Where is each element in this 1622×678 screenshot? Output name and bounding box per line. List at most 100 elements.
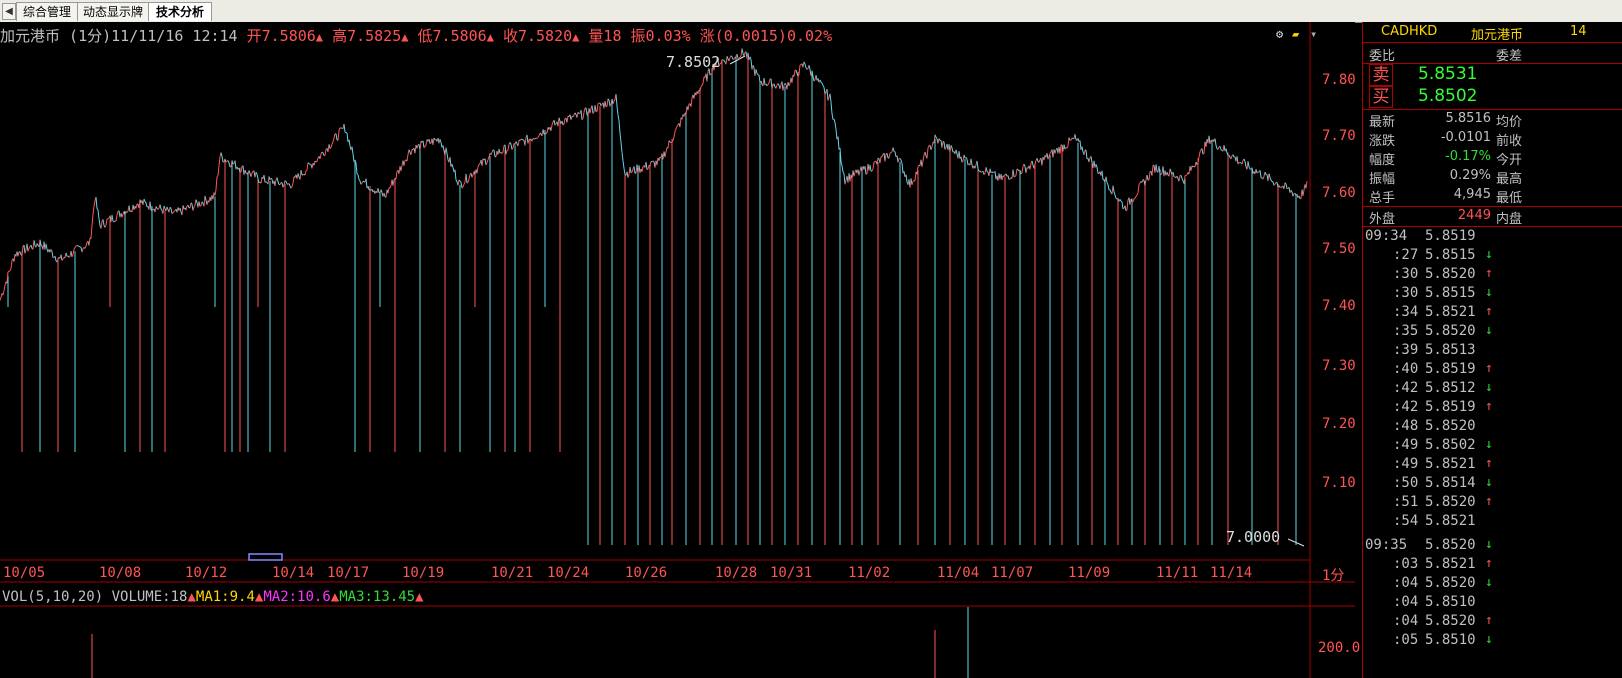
tick-row: :42 5.8519 ↑ [1363,399,1622,418]
stat-right-label: 最低 [1496,191,1523,206]
tab-technical-analysis[interactable]: 技术分析 [148,2,212,21]
close-value: 收7.5820 [502,27,573,45]
symbol-name: 加元港币 [1471,28,1524,43]
tick-row: 09:34 5.8519 [1363,228,1622,247]
outer-label: 外盘 [1369,212,1396,227]
tick-price: 5.8515 [1425,247,1476,263]
clock-icon[interactable]: ⚙ [1276,27,1283,41]
tick-price: 5.8520 [1425,418,1476,434]
min-price-label: 7.0000 [1226,528,1281,546]
volume-axis-label: 200.0 [1318,640,1361,656]
tick-time: :04 [1393,575,1419,591]
stat-label: 振幅 [1369,172,1396,187]
tick-time: :49 [1393,456,1419,472]
date-tick: 11/11 [1156,565,1199,581]
low-value: 低7.5806 [417,27,487,45]
date-tick: 10/21 [491,565,534,581]
period-tick: 1分 [1322,568,1345,584]
date-tick: 11/02 [848,565,891,581]
stat-label: 最新 [1369,115,1396,130]
tick-price: 5.8512 [1425,380,1476,396]
tick-price: 5.8521 [1425,304,1476,320]
tick-time: :04 [1393,594,1419,610]
tick-time: :48 [1393,418,1419,434]
tick-row: :49 5.8502 ↓ [1363,437,1622,456]
symbol-number: 14 [1570,24,1587,39]
price-tick: 7.60 [1322,185,1356,201]
tick-row: :42 5.8512 ↓ [1363,380,1622,399]
tick-price: 5.8521 [1425,556,1476,572]
tick-row: :50 5.8514 ↓ [1363,475,1622,494]
open-value: 开7.5806 [246,27,316,45]
price-tick: 7.50 [1322,241,1356,257]
price-tick: 7.70 [1322,128,1356,144]
panel-header: CADHKD 加元港币 14 [1363,24,1622,43]
symbol-name: 加元港币 [0,27,61,45]
arrow-down-icon: ↓ [1485,537,1493,552]
tab-scroll-left-icon[interactable]: ◀ [2,3,16,20]
vol-ma3: MA3:13.45 [339,589,416,605]
vol-title: VOL(5,10,20) [2,589,104,605]
date-tick: 11/07 [991,565,1034,581]
tick-row: :35 5.8520 ↓ [1363,323,1622,342]
arrow-down-icon: ↓ [1485,575,1493,590]
tab-dynamic-board[interactable]: 动态显示牌 [77,2,149,21]
tick-time: 09:34 [1365,228,1408,244]
tick-price: 5.8520 [1425,266,1476,282]
price-tick: 7.10 [1322,475,1356,491]
arrow-up-icon: ↑ [1485,613,1493,628]
vol-volume: VOLUME:18 [111,589,188,605]
tick-price: 5.8520 [1425,613,1476,629]
tab-management[interactable]: 综合管理 [16,2,78,21]
tick-price: 5.8519 [1425,361,1476,377]
price-tick: 7.40 [1322,298,1356,314]
arrow-up-icon: ↑ [1485,399,1493,414]
tick-row: :05 5.8510 ↓ [1363,632,1622,651]
up-triangle-icon: ▲ [330,589,340,605]
tick-price: 5.8502 [1425,437,1476,453]
tick-time: :34 [1393,304,1419,320]
dropdown-icon[interactable]: ▾ [1310,27,1317,41]
tick-row: :34 5.8521 ↑ [1363,304,1622,323]
tick-price: 5.8514 [1425,475,1476,491]
scroll-thumb[interactable] [248,553,283,561]
arrow-down-icon: ↓ [1485,380,1493,395]
vol-ma1: MA1:9.4 [195,589,255,605]
tick-time: :35 [1393,323,1419,339]
tick-row: :04 5.8520 ↓ [1363,575,1622,594]
quote-panel: CADHKD 加元港币 14 委比 委差 卖 5.8531 买 5.8502 最… [1362,22,1622,678]
tick-row: :51 5.8520 ↑ [1363,494,1622,513]
tick-row: :04 5.8520 ↑ [1363,613,1622,632]
max-price-label: 7.8502 [666,53,721,71]
stat-label: 总手 [1369,191,1396,206]
arrow-up-icon: ↑ [1485,556,1493,571]
gold-bar-icon[interactable]: ▰ [1292,27,1299,41]
stat-value: -0.0101 [1440,130,1491,145]
tick-row: :49 5.8521 ↑ [1363,456,1622,475]
arrow-down-icon: ↓ [1485,285,1493,300]
tick-price: 5.8510 [1425,632,1476,648]
tick-row: :54 5.8521 [1363,513,1622,532]
tick-time: :03 [1393,556,1419,572]
tick-time: :49 [1393,437,1419,453]
arrow-up-icon: ↑ [1485,361,1493,376]
weibi-label: 委比 [1369,49,1396,64]
tick-time: :42 [1393,380,1419,396]
date-tick: 11/09 [1068,565,1111,581]
date-tick: 10/05 [3,565,46,581]
period-label: (1分) [69,27,112,45]
arrow-up-icon: ↑ [1485,266,1493,281]
stat-right-label: 均价 [1496,115,1523,130]
high-value: 高7.5825 [332,27,402,45]
tick-price: 5.8521 [1425,456,1476,472]
date-tick: 10/14 [272,565,315,581]
tick-time: :30 [1393,285,1419,301]
tick-time: :39 [1393,342,1419,358]
stat-value: 0.29% [1449,168,1491,183]
date-tick: 11/04 [937,565,980,581]
tick-row: :30 5.8520 ↑ [1363,266,1622,285]
tick-time: :51 [1393,494,1419,510]
arrow-up-icon: ↑ [1485,304,1493,319]
arrow-down-icon: ↓ [1485,475,1493,490]
arrow-down-icon: ↓ [1485,247,1493,262]
